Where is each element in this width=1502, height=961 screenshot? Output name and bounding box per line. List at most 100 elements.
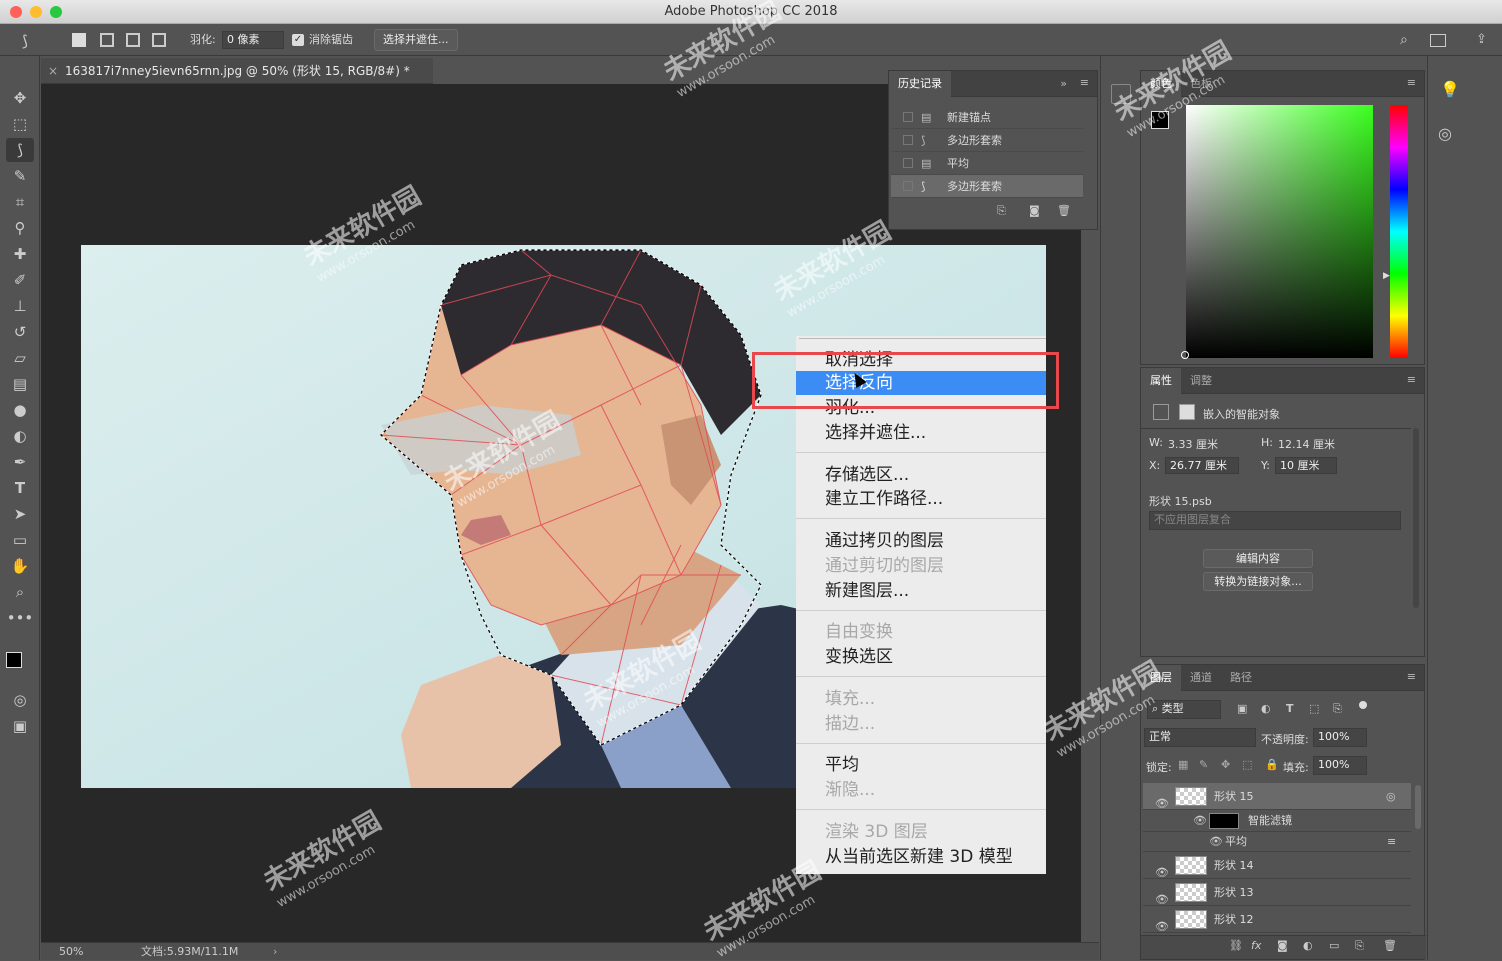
menu-item-save-selection[interactable]: 存储选区...	[796, 463, 1046, 487]
properties-scrollbar[interactable]	[1413, 428, 1419, 608]
layer-row-selected[interactable]: 👁 形状 15 ◎	[1143, 783, 1411, 810]
history-panel-icon[interactable]	[1111, 84, 1131, 104]
more-tools-icon[interactable]: •••	[6, 606, 34, 630]
link-layers-icon[interactable]: ⛓	[1229, 939, 1243, 952]
zoom-level[interactable]: 50%	[59, 943, 83, 961]
tab-channels[interactable]: 通道	[1181, 665, 1221, 691]
smart-filters-row[interactable]: 👁 智能滤镜	[1143, 810, 1411, 832]
menu-item-deselect[interactable]: 取消选择	[796, 348, 1046, 372]
history-item[interactable]: ▤ 新建锚点	[891, 106, 1083, 129]
history-source-checkbox[interactable]	[903, 112, 913, 122]
lock-artboard-icon[interactable]: ⬚	[1242, 758, 1252, 771]
lock-image-icon[interactable]: ✎	[1199, 758, 1208, 771]
learn-lightbulb-icon[interactable]: 💡	[1440, 80, 1460, 99]
filter-adjustment-icon[interactable]: ◐	[1261, 702, 1271, 715]
visibility-eye-icon[interactable]: 👁	[1193, 810, 1207, 832]
select-and-mask-button[interactable]: 选择并遮住...	[374, 29, 458, 51]
eraser-tool-icon[interactable]: ▱	[6, 346, 34, 370]
menu-item-select-and-mask[interactable]: 选择并遮住...	[796, 421, 1046, 445]
menu-item-new-layer[interactable]: 新建图层...	[796, 579, 1046, 603]
adjustment-layer-icon[interactable]: ◐	[1303, 939, 1313, 952]
layer-row[interactable]: 👁 形状 13	[1143, 879, 1411, 906]
tab-paths[interactable]: 路径	[1221, 665, 1261, 691]
feather-input[interactable]: 0 像素	[222, 31, 284, 49]
history-item-active[interactable]: ⟆ 多边形套索	[891, 175, 1083, 198]
panel-menu-icon[interactable]: ≡	[1407, 373, 1416, 386]
quick-mask-icon[interactable]: ◎	[6, 688, 34, 712]
trash-icon[interactable]: 🗑	[1057, 204, 1071, 217]
menu-item-transform-selection[interactable]: 变换选区	[796, 645, 1046, 669]
add-selection-icon[interactable]	[100, 33, 114, 47]
panel-menu-icon[interactable]: ≡	[1407, 76, 1416, 89]
lock-position-icon[interactable]: ✥	[1221, 758, 1230, 771]
menu-item-select-inverse[interactable]: 选择反向	[796, 371, 1046, 395]
search-icon[interactable]: ⌕	[1400, 32, 1416, 48]
layers-scrollbar[interactable]	[1415, 785, 1421, 829]
opacity-input[interactable]: 100%	[1313, 728, 1367, 747]
menu-item-new-3d-model[interactable]: 从当前选区新建 3D 模型	[796, 845, 1046, 869]
filter-smart-object-icon[interactable]: ⎘	[1333, 702, 1342, 716]
path-select-tool-icon[interactable]: ➤	[6, 502, 34, 526]
rectangle-tool-icon[interactable]: ▭	[6, 528, 34, 552]
layer-row[interactable]: 👁 形状 12	[1143, 906, 1411, 933]
lasso-tool-icon[interactable]: ⟆	[6, 138, 34, 162]
delete-layer-icon[interactable]: 🗑	[1383, 939, 1397, 952]
filter-toggle-icon[interactable]	[1359, 701, 1367, 709]
lock-transparent-icon[interactable]: ▦	[1178, 758, 1188, 771]
document-tab[interactable]: × 163817i7nney5ievn65rnn.jpg @ 50% (形状 1…	[41, 58, 433, 84]
menu-item-feather[interactable]: 羽化...	[796, 396, 1046, 420]
x-value-input[interactable]: 26.77 厘米	[1165, 457, 1239, 474]
h-value[interactable]: 12.14 厘米	[1278, 436, 1335, 452]
smart-filter-badge-icon[interactable]: ◎	[1386, 783, 1396, 810]
status-arrow-icon[interactable]: ›	[273, 943, 277, 961]
layer-comp-select[interactable]: 不应用图层复合	[1149, 511, 1401, 530]
filter-blending-options-icon[interactable]: ≡	[1387, 832, 1396, 852]
color-field[interactable]	[1186, 105, 1373, 358]
crop-tool-icon[interactable]: ⌗	[6, 190, 34, 214]
screen-mode-icon[interactable]: ▣	[6, 714, 34, 738]
history-item[interactable]: ▤ 平均	[891, 152, 1083, 175]
lock-all-icon[interactable]: 🔒	[1265, 758, 1279, 771]
tab-layers[interactable]: 图层	[1141, 665, 1181, 691]
filter-pixel-icon[interactable]: ▣	[1237, 702, 1247, 715]
tab-color[interactable]: 颜色	[1141, 71, 1181, 97]
type-tool-icon[interactable]: T	[6, 476, 34, 500]
history-item[interactable]: ⟆ 多边形套索	[891, 129, 1083, 152]
y-value-input[interactable]: 10 厘米	[1275, 457, 1337, 474]
hue-slider[interactable]	[1390, 105, 1408, 358]
marquee-tool-icon[interactable]: ⬚	[6, 112, 34, 136]
tab-history[interactable]: 历史记录	[889, 71, 951, 97]
subtract-selection-icon[interactable]	[126, 33, 140, 47]
doc-size-info[interactable]: 文档:5.93M/11.1M	[141, 943, 238, 961]
add-mask-icon[interactable]: ◙	[1277, 939, 1288, 952]
quick-select-tool-icon[interactable]: ✎	[6, 164, 34, 188]
filter-type-icon[interactable]: T	[1286, 702, 1294, 715]
hand-tool-icon[interactable]: ✋	[6, 554, 34, 578]
history-source-checkbox[interactable]	[903, 158, 913, 168]
new-selection-icon[interactable]	[72, 33, 86, 47]
libraries-icon[interactable]: ◎	[1438, 124, 1452, 143]
intersect-selection-icon[interactable]	[152, 33, 166, 47]
zoom-tool-icon[interactable]: ⌕	[6, 580, 34, 604]
fx-icon[interactable]: fx	[1251, 939, 1261, 952]
stamp-tool-icon[interactable]: ⊥	[6, 294, 34, 318]
convert-to-linked-button[interactable]: 转换为链接对象...	[1203, 572, 1313, 591]
panel-menu-icon[interactable]: ≡	[1407, 670, 1416, 683]
snapshot-camera-icon[interactable]: ◙	[1029, 204, 1040, 217]
menu-item-average[interactable]: 平均	[796, 753, 1046, 777]
move-tool-icon[interactable]: ✥	[6, 86, 34, 110]
filter-shape-icon[interactable]: ⬚	[1309, 702, 1319, 715]
foreground-background-color-icon[interactable]	[6, 650, 34, 676]
w-value[interactable]: 3.33 厘米	[1168, 436, 1218, 452]
color-picker-cursor[interactable]	[1181, 351, 1189, 359]
filter-row[interactable]: 👁 平均 ≡	[1143, 832, 1411, 852]
close-window-button[interactable]	[10, 6, 22, 18]
foreground-color-swatch[interactable]	[1151, 111, 1169, 129]
new-document-from-state-icon[interactable]: ⎘	[997, 204, 1006, 218]
zoom-window-button[interactable]	[50, 6, 62, 18]
tab-swatches[interactable]: 色板	[1181, 71, 1221, 97]
fill-input[interactable]: 100%	[1313, 756, 1367, 775]
tab-adjustments[interactable]: 调整	[1181, 368, 1221, 394]
brush-tool-icon[interactable]: ✐	[6, 268, 34, 292]
tab-properties[interactable]: 属性	[1141, 368, 1181, 394]
